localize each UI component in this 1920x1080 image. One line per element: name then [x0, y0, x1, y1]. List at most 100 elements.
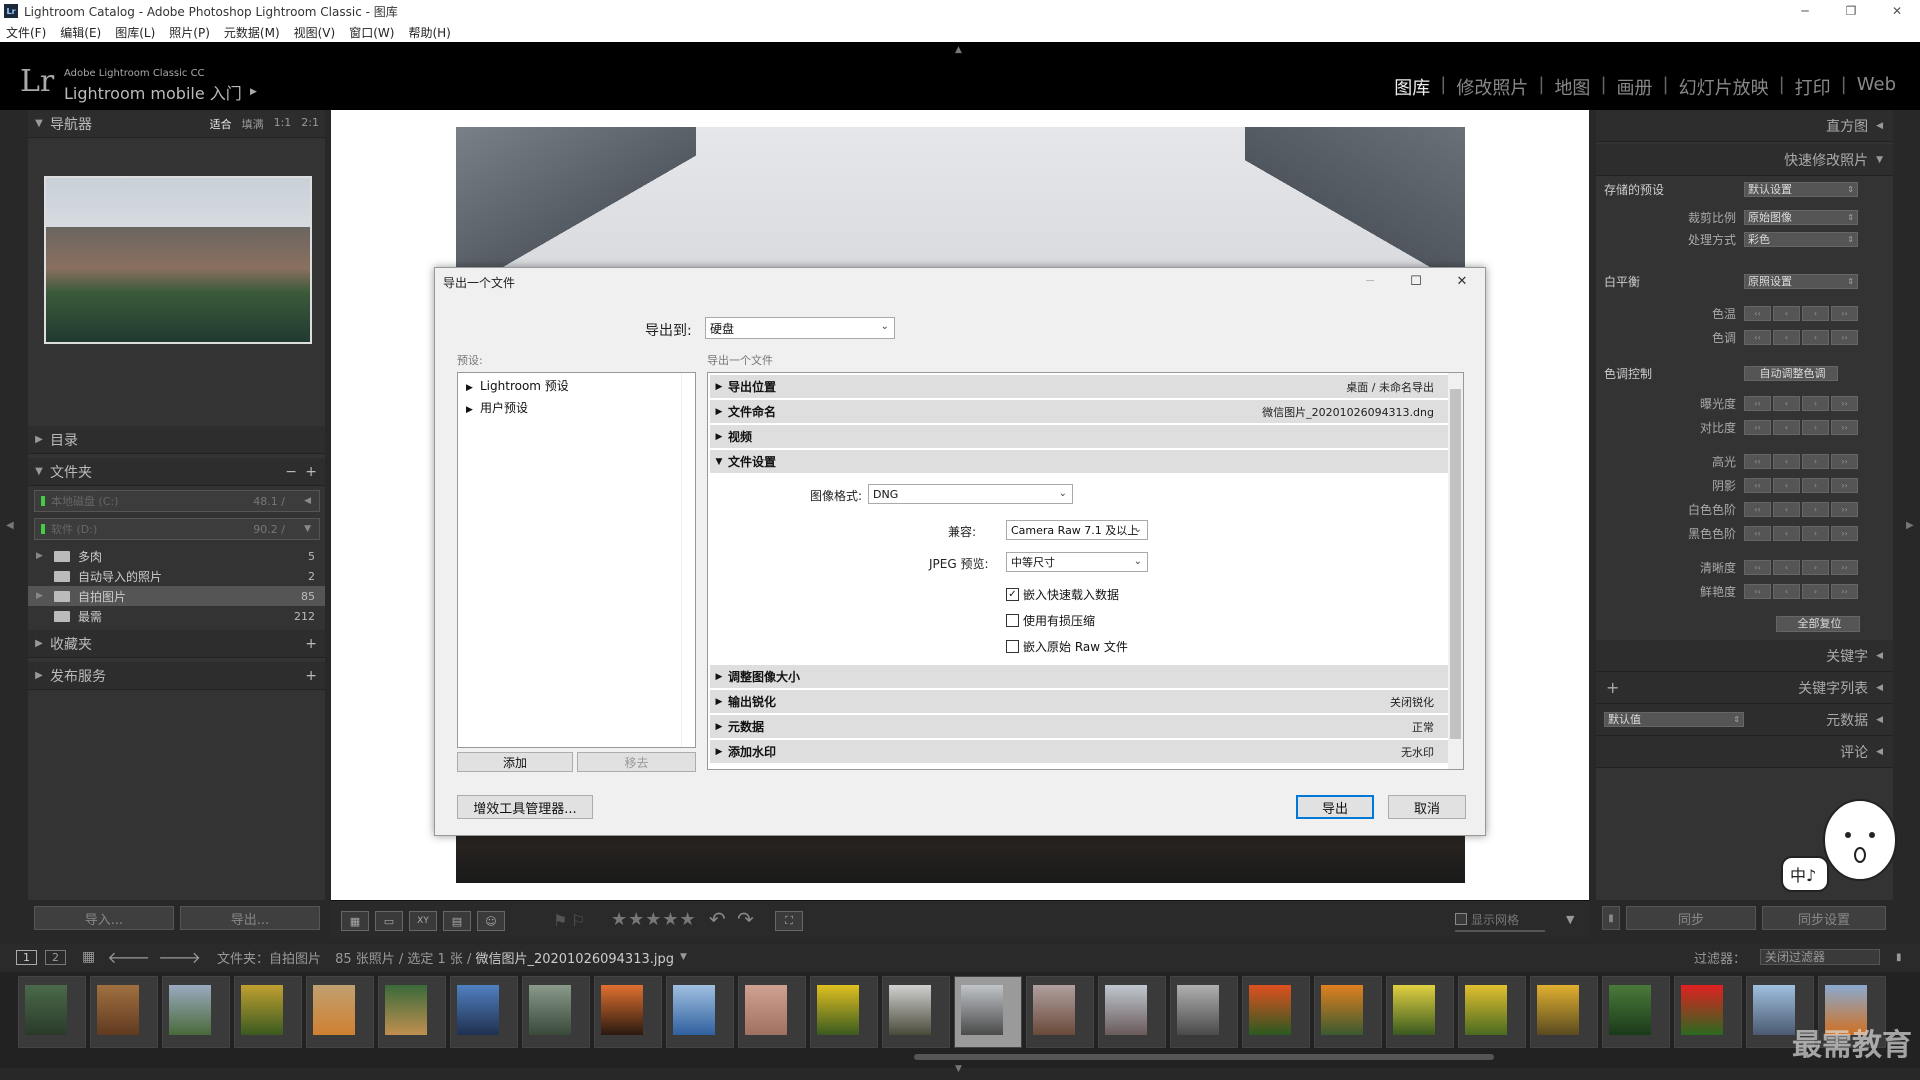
white-balance-select[interactable]: 原照设置 ⇕	[1744, 274, 1858, 289]
chevron-down-icon[interactable]: ▼	[680, 952, 687, 962]
section-video[interactable]: ▶ 视频	[710, 425, 1448, 449]
vibrance-stepper[interactable]: ‹‹ ‹ › ››	[1744, 584, 1858, 599]
filmstrip-thumbnail[interactable]	[738, 976, 806, 1048]
filmstrip-thumbnail[interactable]	[90, 976, 158, 1048]
close-icon[interactable]: ✕	[1874, 0, 1920, 22]
sync-button[interactable]: 同步	[1626, 906, 1756, 930]
mobile-getting-started[interactable]: Lightroom mobile 入门	[64, 80, 242, 104]
export-confirm-button[interactable]: 导出	[1296, 795, 1374, 819]
grid-view-icon[interactable]: ▦	[82, 949, 95, 965]
cancel-button[interactable]: 取消	[1388, 795, 1466, 819]
add-folder-icon[interactable]: +	[305, 464, 317, 480]
auto-tone-button[interactable]: 自动调整色调	[1744, 366, 1838, 381]
embed-raw-checkbox[interactable]: 嵌入原始 Raw 文件	[1006, 638, 1128, 655]
compat-select[interactable]: Camera Raw 7.1 及以上 ⌄	[1006, 520, 1148, 540]
top-panel-toggle-icon[interactable]: ▲	[955, 45, 962, 55]
reject-flag-icon[interactable]: ⚐	[571, 911, 585, 930]
saved-preset-select[interactable]: 默认设置 ⇕	[1744, 182, 1858, 197]
toolbar-menu-chevron-icon[interactable]: ▼	[1566, 913, 1574, 926]
back-arrow-icon[interactable]: 🡐	[107, 947, 150, 967]
menu-window[interactable]: 窗口(W)	[349, 24, 394, 41]
filmstrip-thumbnail[interactable]	[1674, 976, 1742, 1048]
treatment-select[interactable]: 彩色 ⇕	[1744, 232, 1858, 247]
section-metadata[interactable]: ▶ 元数据 正常	[710, 715, 1448, 739]
section-file-naming[interactable]: ▶ 文件命名 微信图片_20201026094313.dng	[710, 400, 1448, 424]
filmstrip-thumbnail[interactable]	[18, 976, 86, 1048]
add-keyword-icon[interactable]: +	[1606, 678, 1619, 697]
histogram-header[interactable]: 直方图 ◀	[1596, 110, 1893, 142]
filmstrip-thumbnail[interactable]	[1098, 976, 1166, 1048]
reset-all-button[interactable]: 全部复位	[1776, 616, 1860, 632]
loupe-view-icon[interactable]: ▭	[375, 911, 403, 931]
sync-settings-button[interactable]: 同步设置	[1762, 906, 1886, 930]
filmstrip-thumbnail[interactable]	[162, 976, 230, 1048]
section-file-settings[interactable]: ▼ 文件设置	[710, 450, 1448, 474]
shadows-stepper[interactable]: ‹‹ ‹ › ››	[1744, 478, 1858, 493]
source-path[interactable]: 文件夹：自拍图片	[217, 948, 321, 967]
collections-header[interactable]: ▶ 收藏夹 +	[28, 630, 325, 658]
filter-select[interactable]: 关闭过滤器	[1760, 949, 1880, 965]
menu-file[interactable]: 文件(F)	[6, 24, 46, 41]
filmstrip-thumbnail[interactable]	[1386, 976, 1454, 1048]
filmstrip-thumbnail-selected[interactable]	[954, 976, 1022, 1048]
tint-stepper[interactable]: ‹‹ ‹ › ››	[1744, 330, 1858, 345]
keywording-header[interactable]: 关键字 ◀	[1596, 640, 1893, 672]
minimize-icon[interactable]: ─	[1782, 0, 1828, 22]
module-library[interactable]: 图库	[1384, 74, 1440, 100]
folder-item[interactable]: 最需 212	[28, 606, 325, 626]
metadata-header[interactable]: 默认值 ⇕ 元数据 ◀	[1596, 704, 1893, 736]
metadata-preset-select[interactable]: 默认值 ⇕	[1604, 712, 1744, 727]
filmstrip-thumbnail[interactable]	[1314, 976, 1382, 1048]
menu-edit[interactable]: 编辑(E)	[60, 24, 101, 41]
forward-arrow-icon[interactable]: 🡒	[158, 947, 201, 967]
star-rating-icon[interactable]: ★★★★★	[611, 909, 697, 930]
sections-scrollbar[interactable]	[1448, 373, 1463, 769]
folders-header[interactable]: ▼ 文件夹 − +	[28, 458, 325, 486]
screen-1-button[interactable]: 1	[16, 949, 37, 965]
filmstrip-thumbnail[interactable]	[594, 976, 662, 1048]
screen-2-button[interactable]: 2	[45, 949, 66, 965]
navigator-preview[interactable]	[44, 176, 312, 344]
comments-header[interactable]: 评论 ◀	[1596, 736, 1893, 768]
whites-stepper[interactable]: ‹‹ ‹ › ››	[1744, 502, 1858, 517]
add-preset-button[interactable]: 添加	[457, 752, 573, 772]
menu-metadata[interactable]: 元数据(M)	[224, 24, 280, 41]
image-format-select[interactable]: DNG ⌄	[868, 484, 1073, 504]
add-publish-icon[interactable]: +	[305, 668, 317, 684]
close-icon[interactable]: ✕	[1439, 268, 1485, 294]
filmstrip-thumbnail[interactable]	[378, 976, 446, 1048]
filter-lock-icon[interactable]: ▮	[1896, 952, 1902, 963]
folder-item[interactable]: ▶ 多肉 5	[28, 546, 325, 566]
crop-overlay-icon[interactable]: ⛶	[775, 911, 803, 931]
section-sharpening[interactable]: ▶ 输出锐化 关闭锐化	[710, 690, 1448, 714]
plugin-manager-button[interactable]: 增效工具管理器...	[457, 795, 593, 819]
preset-lightroom[interactable]: ▶ Lightroom 预设	[466, 377, 569, 394]
embed-fast-load-checkbox[interactable]: ✓ 嵌入快速载入数据	[1006, 586, 1119, 603]
volume-c[interactable]: 本地磁盘 (C:) 48.1 / ◀	[34, 490, 320, 512]
zoom-fit[interactable]: 适合	[210, 116, 232, 132]
filmstrip-thumbnail[interactable]	[1602, 976, 1670, 1048]
highlights-stepper[interactable]: ‹‹ ‹ › ››	[1744, 454, 1858, 469]
lossy-compression-checkbox[interactable]: 使用有损压缩	[1006, 612, 1095, 629]
filmstrip-toggle-icon[interactable]: ▼	[955, 1064, 962, 1074]
filmstrip-thumbnail[interactable]	[882, 976, 950, 1048]
contrast-stepper[interactable]: ‹‹ ‹ › ››	[1744, 420, 1858, 435]
module-develop[interactable]: 修改照片	[1446, 74, 1538, 100]
export-button[interactable]: 导出...	[180, 906, 320, 930]
filmstrip-thumbnail[interactable]	[1458, 976, 1526, 1048]
zoom-1-1[interactable]: 1:1	[274, 116, 292, 132]
preset-scrollbar[interactable]	[681, 373, 695, 747]
clarity-stepper[interactable]: ‹‹ ‹ › ››	[1744, 560, 1858, 575]
filmstrip-thumbnail[interactable]	[306, 976, 374, 1048]
filmstrip-thumbnail[interactable]	[666, 976, 734, 1048]
filmstrip-thumbnail[interactable]	[810, 976, 878, 1048]
folder-item[interactable]: 自动导入的照片 2	[28, 566, 325, 586]
jpeg-preview-select[interactable]: 中等尺寸 ⌄	[1006, 552, 1148, 572]
rotate-right-icon[interactable]: ↷	[737, 907, 754, 931]
restore-icon[interactable]: ❐	[1828, 0, 1874, 22]
filmstrip-thumbnail[interactable]	[234, 976, 302, 1048]
grid-view-icon[interactable]: ▦	[341, 911, 369, 931]
left-panel-toggle-icon[interactable]: ◀	[6, 520, 14, 531]
section-resize[interactable]: ▶ 调整图像大小	[710, 665, 1448, 689]
zoom-2-1[interactable]: 2:1	[301, 116, 319, 132]
